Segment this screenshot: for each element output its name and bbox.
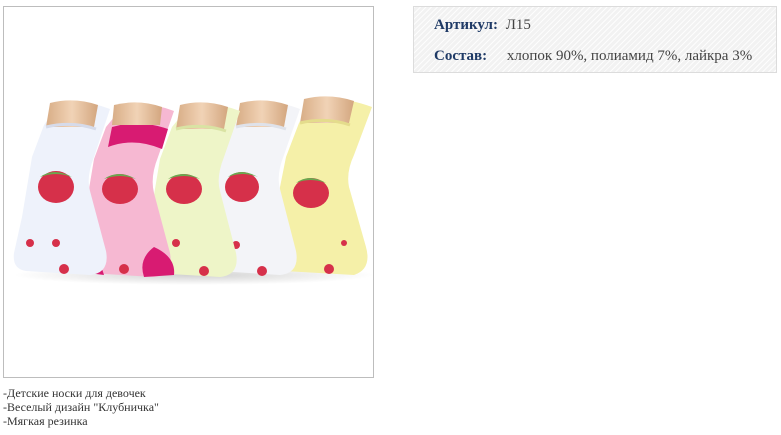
article-value: Л15 xyxy=(505,17,531,33)
composition-label: Состав: xyxy=(434,48,488,64)
description-line: -Мягкая резинка xyxy=(3,414,88,428)
product-image-frame[interactable] xyxy=(3,6,374,378)
description-line: -Веселый дизайн "Клубничка" xyxy=(3,400,159,414)
composition-value: хлопок 90%, полиамид 7%, лайкра 3% xyxy=(506,48,753,64)
product-specs: Артикул: Л15 Состав: хлопок 90%, полиами… xyxy=(413,6,777,73)
article-label: Артикул: xyxy=(434,17,498,33)
product-photo xyxy=(13,96,373,285)
spec-composition-row: Состав: хлопок 90%, полиамид 7%, лайкра … xyxy=(434,48,752,65)
description-line: -Детские носки для девочек xyxy=(3,386,146,400)
spec-article-row: Артикул: Л15 xyxy=(434,17,531,34)
product-description: -Детские носки для девочек -Веселый диза… xyxy=(3,386,159,428)
